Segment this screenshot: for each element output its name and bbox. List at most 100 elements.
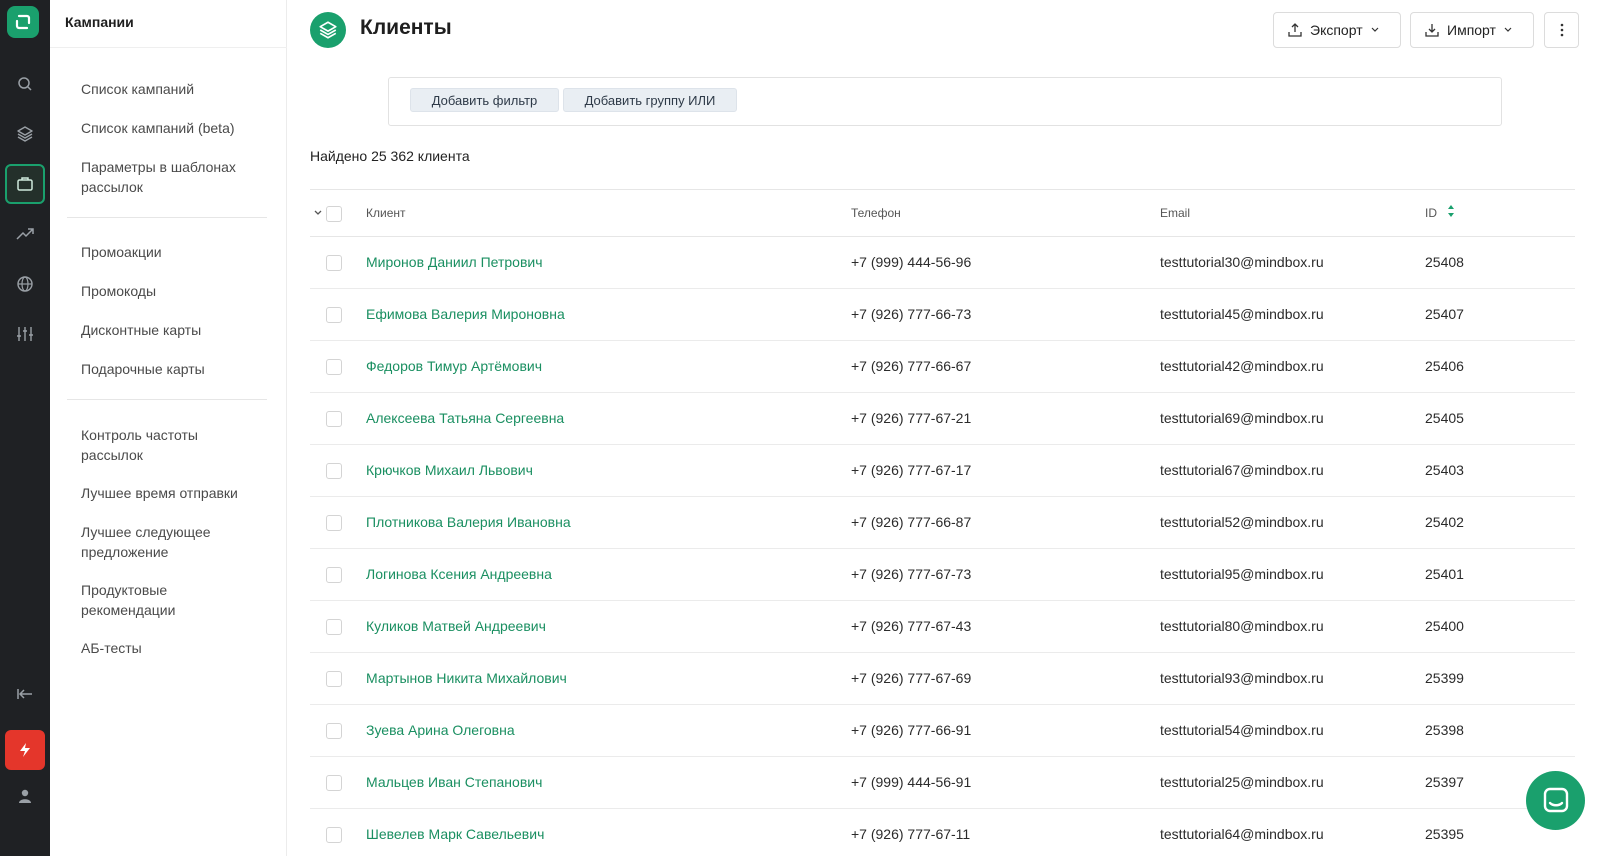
client-name-link[interactable]: Куликов Матвей Андреевич bbox=[366, 618, 546, 634]
globe-icon[interactable] bbox=[5, 264, 45, 304]
user-icon[interactable] bbox=[5, 776, 45, 816]
client-name-link[interactable]: Зуева Арина Олеговна bbox=[366, 722, 515, 738]
client-id: 25403 bbox=[1425, 462, 1464, 478]
table-row[interactable]: Мальцев Иван Степанович +7 (999) 444-56-9… bbox=[310, 757, 1575, 809]
chevron-down-icon[interactable] bbox=[314, 210, 322, 216]
sidebar-item-campaign-list-beta[interactable]: Список кампаний (beta) bbox=[81, 118, 271, 138]
client-name-link[interactable]: Федоров Тимур Артёмович bbox=[366, 358, 542, 374]
sidebar-item-campaign-list[interactable]: Список кампаний bbox=[81, 79, 271, 99]
layers-icon[interactable] bbox=[5, 114, 45, 154]
sidebar-item-next-best-offer[interactable]: Лучшее следующее предложение bbox=[81, 522, 231, 562]
table-row[interactable]: Зуева Арина Олеговна +7 (926) 777-66-91 te… bbox=[310, 705, 1575, 757]
sidebar-item-discount-cards[interactable]: Дисконтные карты bbox=[81, 320, 271, 340]
column-header-phone[interactable]: Телефон bbox=[851, 206, 901, 220]
sidebar-item-ab-tests[interactable]: АБ-тесты bbox=[81, 638, 271, 658]
client-name-link[interactable]: Ефимова Валерия Мироновна bbox=[366, 306, 565, 322]
client-name-link[interactable]: Логинова Ксения Андреевна bbox=[366, 566, 552, 582]
sidebar-item-best-send-time[interactable]: Лучшее время отправки bbox=[81, 483, 271, 503]
table-row[interactable]: Куликов Матвей Андреевич +7 (926) 777-67-… bbox=[310, 601, 1575, 653]
import-button[interactable]: Импорт bbox=[1410, 12, 1534, 48]
sidebar-item-promoactions[interactable]: Промоакции bbox=[81, 242, 271, 262]
client-email: testtutorial30@mindbox.ru bbox=[1160, 254, 1324, 270]
divider bbox=[50, 47, 287, 48]
main-content: Клиенты Экспорт Импорт Добавить фильтр Д… bbox=[287, 0, 1599, 856]
row-checkbox[interactable] bbox=[326, 827, 342, 843]
table-row[interactable]: Федоров Тимур Артёмович +7 (926) 777-66-6… bbox=[310, 341, 1575, 393]
client-id: 25395 bbox=[1425, 826, 1464, 842]
row-checkbox[interactable] bbox=[326, 567, 342, 583]
client-email: testtutorial69@mindbox.ru bbox=[1160, 410, 1324, 426]
export-button[interactable]: Экспорт bbox=[1273, 12, 1401, 48]
campaigns-icon[interactable] bbox=[5, 164, 45, 204]
client-name-link[interactable]: Алексеева Татьяна Сергеевна bbox=[366, 410, 564, 426]
row-checkbox[interactable] bbox=[326, 411, 342, 427]
column-header-client[interactable]: Клиент bbox=[366, 206, 406, 220]
table-body: Миронов Даниил Петрович +7 (999) 444-56-9… bbox=[310, 237, 1575, 856]
sidebar-item-gift-cards[interactable]: Подарочные карты bbox=[81, 359, 271, 379]
client-email: testtutorial54@mindbox.ru bbox=[1160, 722, 1324, 738]
settings-icon[interactable] bbox=[5, 314, 45, 354]
client-name-link[interactable]: Плотникова Валерия Ивановна bbox=[366, 514, 571, 530]
client-email: testtutorial93@mindbox.ru bbox=[1160, 670, 1324, 686]
filter-panel: Добавить фильтр Добавить группу ИЛИ bbox=[388, 77, 1502, 126]
collapse-icon[interactable] bbox=[5, 674, 45, 714]
chevron-down-icon bbox=[1371, 27, 1379, 32]
row-checkbox[interactable] bbox=[326, 255, 342, 271]
table-row[interactable]: Ефимова Валерия Мироновна +7 (926) 777-66… bbox=[310, 289, 1575, 341]
row-checkbox[interactable] bbox=[326, 307, 342, 323]
table-header: Клиент Телефон Email ID bbox=[310, 189, 1575, 237]
client-id: 25401 bbox=[1425, 566, 1464, 582]
client-email: testtutorial80@mindbox.ru bbox=[1160, 618, 1324, 634]
select-all-checkbox[interactable] bbox=[326, 206, 342, 222]
client-id: 25397 bbox=[1425, 774, 1464, 790]
add-filter-button[interactable]: Добавить фильтр bbox=[410, 88, 559, 112]
analytics-icon[interactable] bbox=[5, 214, 45, 254]
add-or-group-button[interactable]: Добавить группу ИЛИ bbox=[563, 88, 737, 112]
row-checkbox[interactable] bbox=[326, 515, 342, 531]
row-checkbox[interactable] bbox=[326, 671, 342, 687]
lightning-icon[interactable] bbox=[5, 730, 45, 770]
client-phone: +7 (926) 777-67-11 bbox=[851, 826, 971, 842]
clients-table: Клиент Телефон Email ID Миронов Даниил П… bbox=[310, 189, 1575, 856]
client-name-link[interactable]: Шевелев Марк Савельевич bbox=[366, 826, 544, 842]
client-id: 25398 bbox=[1425, 722, 1464, 738]
client-email: testtutorial42@mindbox.ru bbox=[1160, 358, 1324, 374]
more-options-button[interactable] bbox=[1544, 12, 1579, 48]
table-row[interactable]: Логинова Ксения Андреевна +7 (926) 777-67… bbox=[310, 549, 1575, 601]
client-name-link[interactable]: Миронов Даниил Петрович bbox=[366, 254, 543, 270]
row-checkbox[interactable] bbox=[326, 723, 342, 739]
row-checkbox[interactable] bbox=[326, 619, 342, 635]
import-label: Импорт bbox=[1447, 22, 1496, 38]
column-header-id[interactable]: ID bbox=[1425, 206, 1437, 220]
sidebar-item-promocodes[interactable]: Промокоды bbox=[81, 281, 271, 301]
row-checkbox[interactable] bbox=[326, 463, 342, 479]
client-phone: +7 (926) 777-67-69 bbox=[851, 670, 972, 686]
client-id: 25408 bbox=[1425, 254, 1464, 270]
table-row[interactable]: Плотникова Валерия Ивановна +7 (926) 777-… bbox=[310, 497, 1575, 549]
table-row[interactable]: Крючков Михаил Львович +7 (926) 777-67-17… bbox=[310, 445, 1575, 497]
column-header-email[interactable]: Email bbox=[1160, 206, 1190, 220]
sort-icon[interactable] bbox=[1447, 204, 1455, 218]
row-checkbox[interactable] bbox=[326, 775, 342, 791]
table-row[interactable]: Шевелев Марк Савельевич +7 (926) 777-67-1… bbox=[310, 809, 1575, 856]
chat-icon bbox=[1543, 787, 1568, 812]
search-icon[interactable] bbox=[5, 64, 45, 104]
client-id: 25407 bbox=[1425, 306, 1464, 322]
app-window: Кампании Список кампаний Список кампаний… bbox=[0, 0, 1599, 856]
client-name-link[interactable]: Мальцев Иван Степанович bbox=[366, 774, 542, 790]
logo-icon[interactable] bbox=[7, 6, 39, 38]
sidebar-item-frequency-control[interactable]: Контроль частоты рассылок bbox=[81, 425, 231, 465]
client-name-link[interactable]: Крючков Михаил Львович bbox=[366, 462, 533, 478]
sidebar-item-template-params[interactable]: Параметры в шаблонах рассылок bbox=[81, 157, 256, 197]
client-email: testtutorial67@mindbox.ru bbox=[1160, 462, 1324, 478]
download-icon bbox=[1425, 24, 1439, 37]
sidebar-item-product-recommendations[interactable]: Продуктовые рекомендации bbox=[81, 580, 231, 620]
table-row[interactable]: Алексеева Татьяна Сергеевна +7 (926) 777-… bbox=[310, 393, 1575, 445]
upload-icon bbox=[1288, 23, 1302, 37]
table-row[interactable]: Мартынов Никита Михайлович +7 (926) 777-6… bbox=[310, 653, 1575, 705]
table-row[interactable]: Миронов Даниил Петрович +7 (999) 444-56-9… bbox=[310, 237, 1575, 289]
client-name-link[interactable]: Мартынов Никита Михайлович bbox=[366, 670, 567, 686]
row-checkbox[interactable] bbox=[326, 359, 342, 375]
chat-button[interactable] bbox=[1526, 771, 1585, 830]
icon-rail bbox=[0, 0, 50, 856]
